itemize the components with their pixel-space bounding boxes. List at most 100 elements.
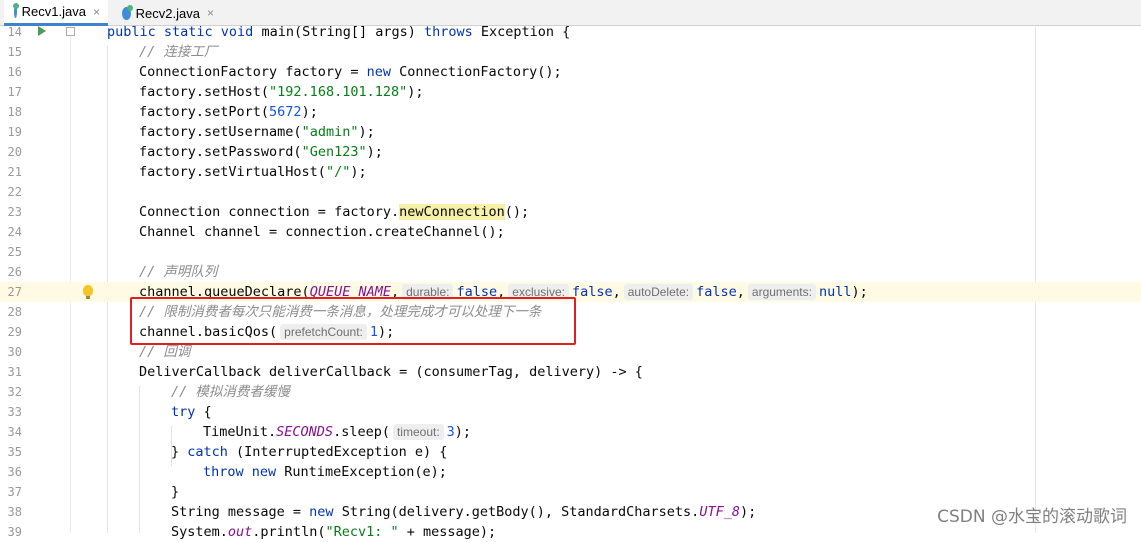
code-line-35[interactable]: 35 } catch (InterruptedException e) {: [0, 442, 1141, 462]
code-token: Channel channel = connection.createChann…: [139, 224, 505, 240]
code-line-17[interactable]: 17 factory.setHost("192.168.101.128");: [0, 82, 1141, 102]
run-icon[interactable]: [38, 26, 46, 36]
code-token: null: [818, 284, 852, 300]
code-token: ,: [612, 284, 621, 300]
lightbulb-icon[interactable]: [83, 285, 93, 299]
code-line-16[interactable]: 16 ConnectionFactory factory = new Conne…: [0, 62, 1141, 82]
code-token: TimeUnit.: [203, 424, 277, 440]
line-number: 20: [7, 145, 22, 159]
highlighted-method: newConnection: [399, 204, 505, 220]
code-token: String message =: [171, 504, 310, 520]
code-token: .println(: [252, 524, 326, 540]
line-number: 28: [7, 305, 22, 319]
code-token: throws: [424, 24, 473, 40]
line-number: 27: [7, 285, 22, 299]
code-token: Connection connection = factory.: [139, 204, 400, 220]
tab-label: Recv1.java: [21, 4, 86, 19]
line-number: 38: [7, 505, 22, 519]
line-number: 14: [7, 25, 22, 39]
code-comment: // 声明队列: [139, 264, 218, 280]
close-icon[interactable]: ×: [207, 6, 214, 20]
line-number: 36: [7, 465, 22, 479]
code-token: ConnectionFactory();: [390, 64, 562, 80]
code-token: );: [301, 104, 318, 120]
code-line-33[interactable]: 33 try {: [0, 402, 1141, 422]
code-token: factory.setPassword(: [139, 144, 302, 160]
code-line-30[interactable]: 30 // 回调: [0, 342, 1141, 362]
code-line-36[interactable]: 36 throw new RuntimeException(e);: [0, 462, 1141, 482]
code-token: );: [454, 424, 472, 440]
code-line-32[interactable]: 32 // 模拟消费者缓慢: [0, 382, 1141, 402]
code-token: }: [171, 484, 180, 500]
code-token: new: [309, 504, 334, 520]
code-token: .sleep(: [333, 424, 390, 440]
line-number: 33: [7, 405, 22, 419]
code-line-18[interactable]: 18 factory.setPort(5672);: [0, 102, 1141, 122]
code-line-20[interactable]: 20 factory.setPassword("Gen123");: [0, 142, 1141, 162]
code-line-15[interactable]: 15 // 连接工厂: [0, 42, 1141, 62]
line-number: 19: [7, 125, 22, 139]
line-number: 32: [7, 385, 22, 399]
code-line-23[interactable]: 23 Connection connection = factory.newCo…: [0, 202, 1141, 222]
line-number: 34: [7, 425, 22, 439]
code-token: ConnectionFactory factory =: [139, 64, 367, 80]
code-editor[interactable]: 14 public static void main(String[] args…: [0, 24, 1141, 540]
code-token: ,: [736, 284, 745, 300]
code-line-22[interactable]: 22: [0, 182, 1141, 202]
code-line-37[interactable]: 37 }: [0, 482, 1141, 502]
close-icon[interactable]: ×: [93, 5, 100, 19]
code-token: + message);: [398, 524, 497, 540]
line-number: 25: [7, 245, 22, 259]
annotation-highlight-box: [130, 297, 576, 345]
code-line-19[interactable]: 19 factory.setUsername("admin");: [0, 122, 1141, 142]
code-token: RuntimeException(e);: [276, 464, 447, 480]
line-number: 29: [7, 325, 22, 339]
code-token: {: [195, 404, 212, 420]
line-number: 31: [7, 365, 22, 379]
code-token: "Recv1: ": [325, 524, 399, 540]
code-token: );: [851, 284, 868, 300]
line-number: 16: [7, 65, 22, 79]
tab-label: Recv2.java: [135, 5, 200, 21]
watermark: CSDN @水宝的滚动歌词: [937, 507, 1127, 527]
code-token: new: [366, 64, 391, 80]
code-token: out: [227, 524, 253, 540]
code-token: "/": [325, 164, 351, 180]
code-token: try: [171, 404, 196, 420]
code-token: false: [571, 284, 613, 300]
code-comment: // 回调: [139, 344, 191, 360]
code-token: );: [350, 164, 367, 180]
code-token: new: [251, 464, 277, 480]
code-line-25[interactable]: 25: [0, 242, 1141, 262]
code-token: UTF_8: [699, 504, 740, 520]
code-token: }: [171, 444, 188, 460]
code-line-34[interactable]: 34 TimeUnit.SECONDS.sleep(timeout: 3);: [0, 422, 1141, 442]
parameter-hint: timeout:: [392, 424, 444, 440]
line-number: 18: [7, 105, 22, 119]
line-number: 21: [7, 165, 22, 179]
code-token: String(delivery.getBody(), StandardChars…: [333, 504, 700, 520]
code-token: factory.setPort(: [139, 104, 270, 120]
java-class-icon: [122, 4, 133, 20]
line-number: 24: [7, 225, 22, 239]
line-number: 39: [7, 525, 22, 539]
code-token: factory.setHost(: [139, 84, 270, 100]
code-token: (InterruptedException e) {: [227, 444, 448, 460]
code-token: SECONDS: [276, 424, 334, 440]
code-token: Exception {: [472, 24, 571, 40]
code-token: 3: [446, 424, 455, 440]
code-line-31[interactable]: 31 DeliverCallback deliverCallback = (co…: [0, 362, 1141, 382]
fold-icon[interactable]: [66, 27, 75, 36]
code-token: factory.setUsername(: [139, 124, 302, 140]
code-token: );: [739, 504, 757, 520]
code-token: throw: [203, 464, 244, 480]
code-line-26[interactable]: 26 // 声明队列: [0, 262, 1141, 282]
code-token: System.: [171, 524, 228, 540]
code-token: factory.setVirtualHost(: [139, 164, 326, 180]
code-line-24[interactable]: 24 Channel channel = connection.createCh…: [0, 222, 1141, 242]
code-line-21[interactable]: 21 factory.setVirtualHost("/");: [0, 162, 1141, 182]
code-line-14[interactable]: 14 public static void main(String[] args…: [0, 22, 1141, 42]
parameter-hint: arguments:: [747, 284, 816, 300]
code-token: "192.168.101.128": [269, 84, 408, 100]
